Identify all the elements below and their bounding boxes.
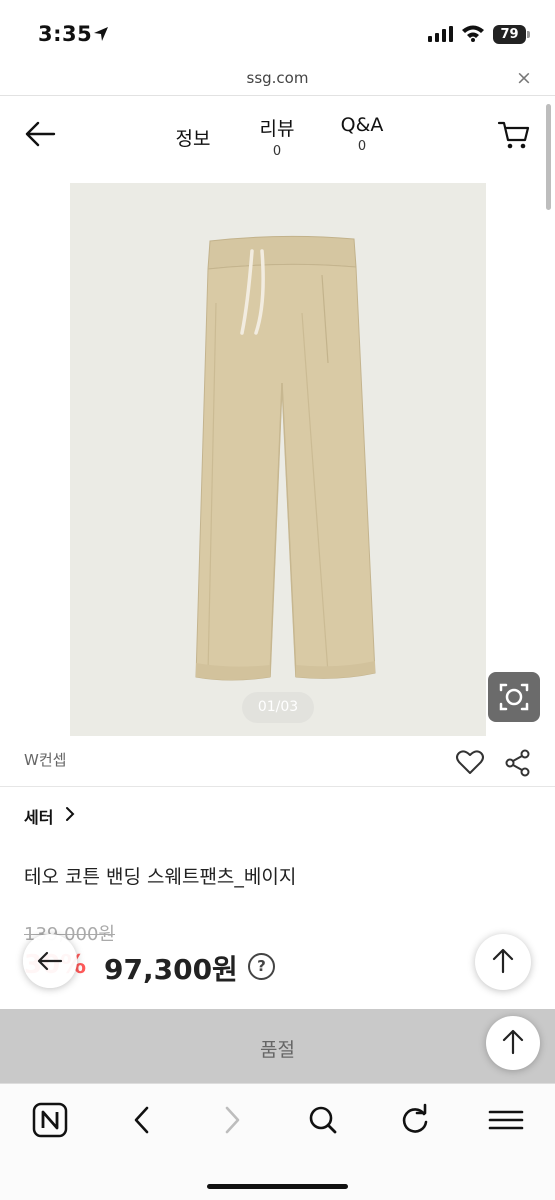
- home-indicator[interactable]: [207, 1184, 348, 1189]
- signal-icon: [428, 26, 453, 42]
- arrow-left-icon: [37, 951, 63, 971]
- close-icon[interactable]: ×: [516, 67, 532, 89]
- image-counter: 01/03: [242, 692, 314, 723]
- chevron-right-icon[interactable]: [64, 806, 76, 822]
- battery-nub: [527, 31, 530, 38]
- browser-menu-button[interactable]: [481, 1098, 531, 1142]
- battery-icon: 79: [493, 25, 526, 44]
- browser-refresh-button[interactable]: [390, 1098, 440, 1142]
- browser-search-button[interactable]: [298, 1098, 348, 1142]
- tab-review[interactable]: 리뷰 0: [252, 114, 302, 159]
- tab-qa[interactable]: Q&A 0: [332, 114, 392, 154]
- help-icon[interactable]: ?: [248, 953, 275, 980]
- browser-forward-icon: [225, 1106, 240, 1134]
- browser-back-button[interactable]: [117, 1098, 167, 1142]
- wifi-icon: [462, 25, 484, 42]
- naver-home-button[interactable]: [25, 1098, 75, 1142]
- lens-search-button[interactable]: [488, 672, 540, 722]
- arrow-up-icon: [492, 948, 514, 974]
- lens-search-icon: [499, 683, 529, 711]
- back-arrow-icon[interactable]: [24, 120, 56, 148]
- product-image[interactable]: [70, 183, 486, 736]
- location-arrow-icon: [94, 27, 108, 41]
- url-domain[interactable]: ssg.com: [0, 69, 555, 87]
- pants-illustration: [195, 235, 376, 681]
- heart-icon[interactable]: [455, 748, 485, 776]
- arrow-up-icon: [502, 1029, 524, 1055]
- scroll-top-button[interactable]: [475, 934, 531, 990]
- tab-qa-count: 0: [357, 139, 367, 154]
- category-link[interactable]: 세터: [24, 804, 53, 828]
- share-icon[interactable]: [504, 749, 532, 777]
- refresh-icon: [402, 1103, 428, 1133]
- tab-info[interactable]: 정보: [168, 124, 218, 151]
- soldout-bar[interactable]: 품절: [0, 1009, 555, 1083]
- tab-info-label: 정보: [175, 128, 211, 150]
- url-bar[interactable]: ssg.com ×: [0, 62, 555, 96]
- naver-home-icon: [32, 1102, 68, 1138]
- soldout-label: 품절: [260, 1039, 295, 1061]
- divider: [0, 786, 555, 787]
- floating-back-button[interactable]: [23, 934, 77, 988]
- scroll-top-button-secondary[interactable]: [486, 1016, 540, 1070]
- menu-icon: [488, 1110, 524, 1130]
- brand-name[interactable]: W컨셉: [24, 749, 66, 770]
- tab-review-count: 0: [272, 144, 282, 159]
- tab-qa-label: Q&A: [340, 114, 384, 136]
- sale-price: 97,300원: [104, 953, 238, 986]
- browser-forward-button[interactable]: [207, 1098, 257, 1142]
- product-title: 테오 코튼 밴딩 스웨트팬츠_베이지: [24, 866, 297, 888]
- page-header: 정보 리뷰 0 Q&A 0: [0, 96, 555, 176]
- search-icon: [309, 1106, 337, 1134]
- status-time: 3:35: [38, 22, 93, 46]
- tab-review-label: 리뷰: [259, 118, 295, 140]
- browser-back-icon: [134, 1106, 149, 1134]
- page-scrollbar[interactable]: [546, 104, 551, 210]
- cart-icon[interactable]: [497, 120, 531, 150]
- browser-toolbar: [0, 1083, 555, 1200]
- status-bar: 3:35 79: [0, 0, 555, 62]
